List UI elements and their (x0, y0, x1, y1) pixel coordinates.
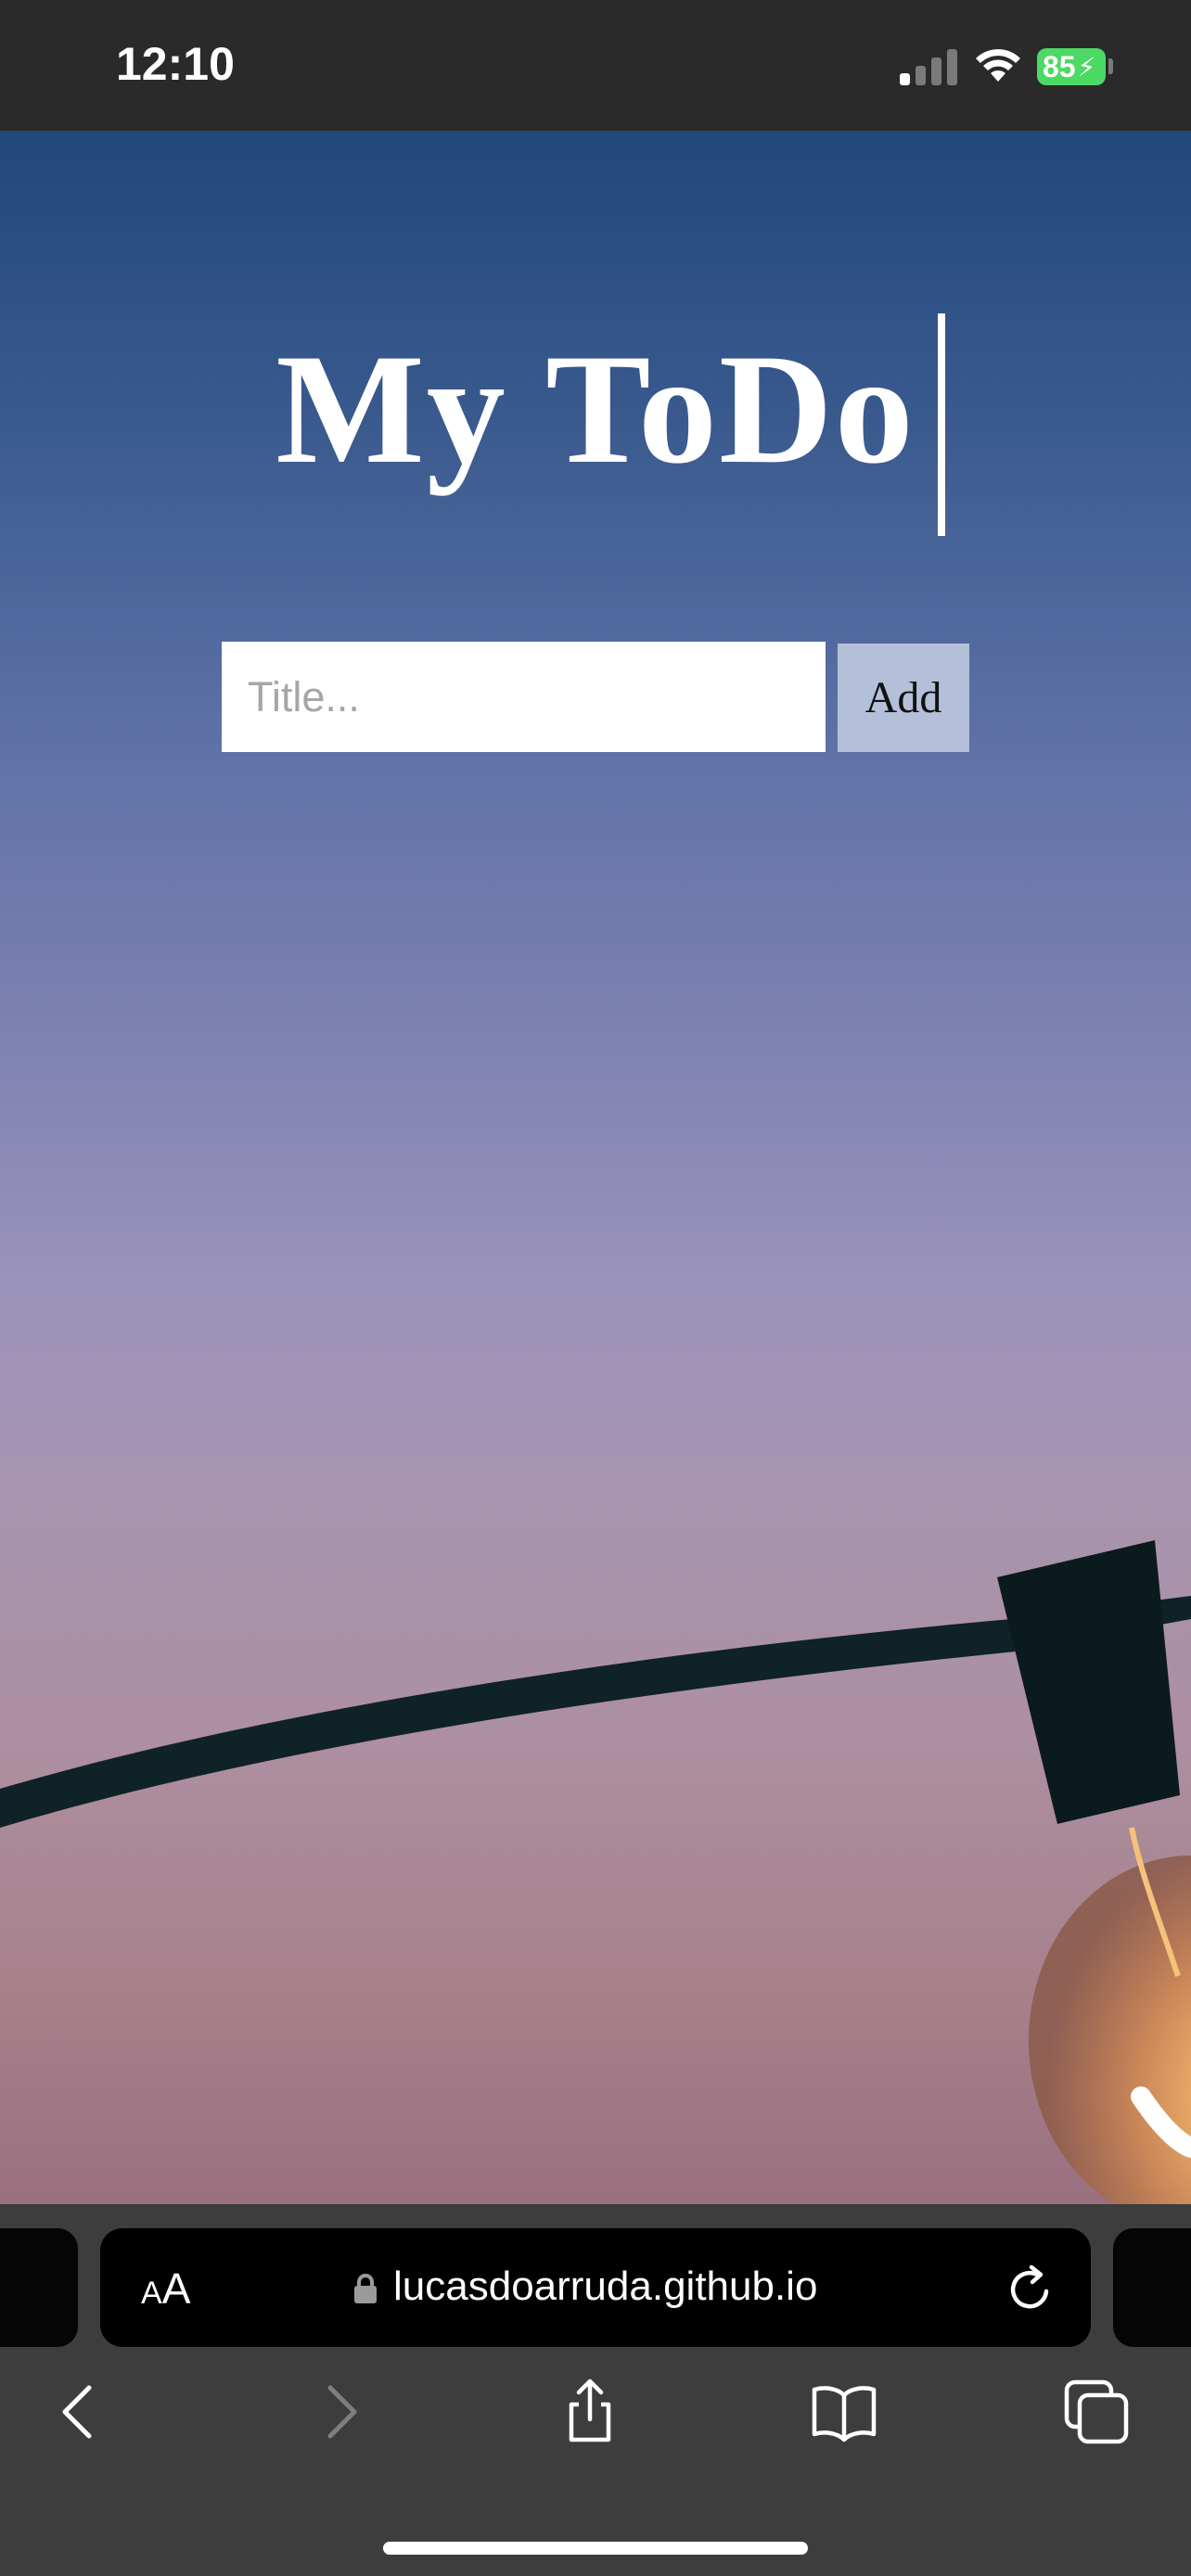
home-indicator[interactable] (383, 2542, 808, 2555)
lock-icon (354, 2274, 377, 2303)
battery-icon: 85 ⚡ (1037, 48, 1106, 85)
bookmarks-icon[interactable] (811, 2378, 877, 2445)
charging-bolt-icon: ⚡ (1077, 52, 1096, 82)
previous-tab-preview[interactable] (0, 2228, 78, 2347)
cellular-signal-icon (900, 48, 957, 85)
address-bar[interactable]: AA lucasdoarruda.github.io (100, 2228, 1091, 2347)
battery-level: 85 (1043, 49, 1076, 83)
battery-cap (1108, 58, 1113, 74)
text-size-small-a: A (141, 2276, 162, 2311)
text-size-big-a: A (161, 2264, 191, 2313)
status-time: 12:10 (116, 38, 235, 90)
app-title: My ToDo (275, 322, 916, 496)
back-icon[interactable] (46, 2378, 113, 2445)
share-icon[interactable] (557, 2378, 623, 2445)
reload-icon[interactable] (1005, 2264, 1056, 2314)
next-tab-preview[interactable] (1113, 2228, 1191, 2347)
wifi-icon (976, 49, 1020, 82)
tabs-icon[interactable] (1063, 2378, 1130, 2445)
status-bar: 12:10 85 ⚡ (0, 0, 1191, 131)
title-input[interactable] (222, 642, 826, 752)
text-caret (938, 313, 945, 536)
web-content: My ToDo Add (0, 131, 1191, 2204)
browser-bottom-bar: AA lucasdoarruda.github.io (0, 2204, 1191, 2576)
url-text: lucasdoarruda.github.io (393, 2264, 818, 2309)
add-button[interactable]: Add (838, 644, 969, 752)
forward-icon[interactable] (306, 2378, 373, 2445)
text-size-button[interactable]: AA (141, 2264, 190, 2314)
